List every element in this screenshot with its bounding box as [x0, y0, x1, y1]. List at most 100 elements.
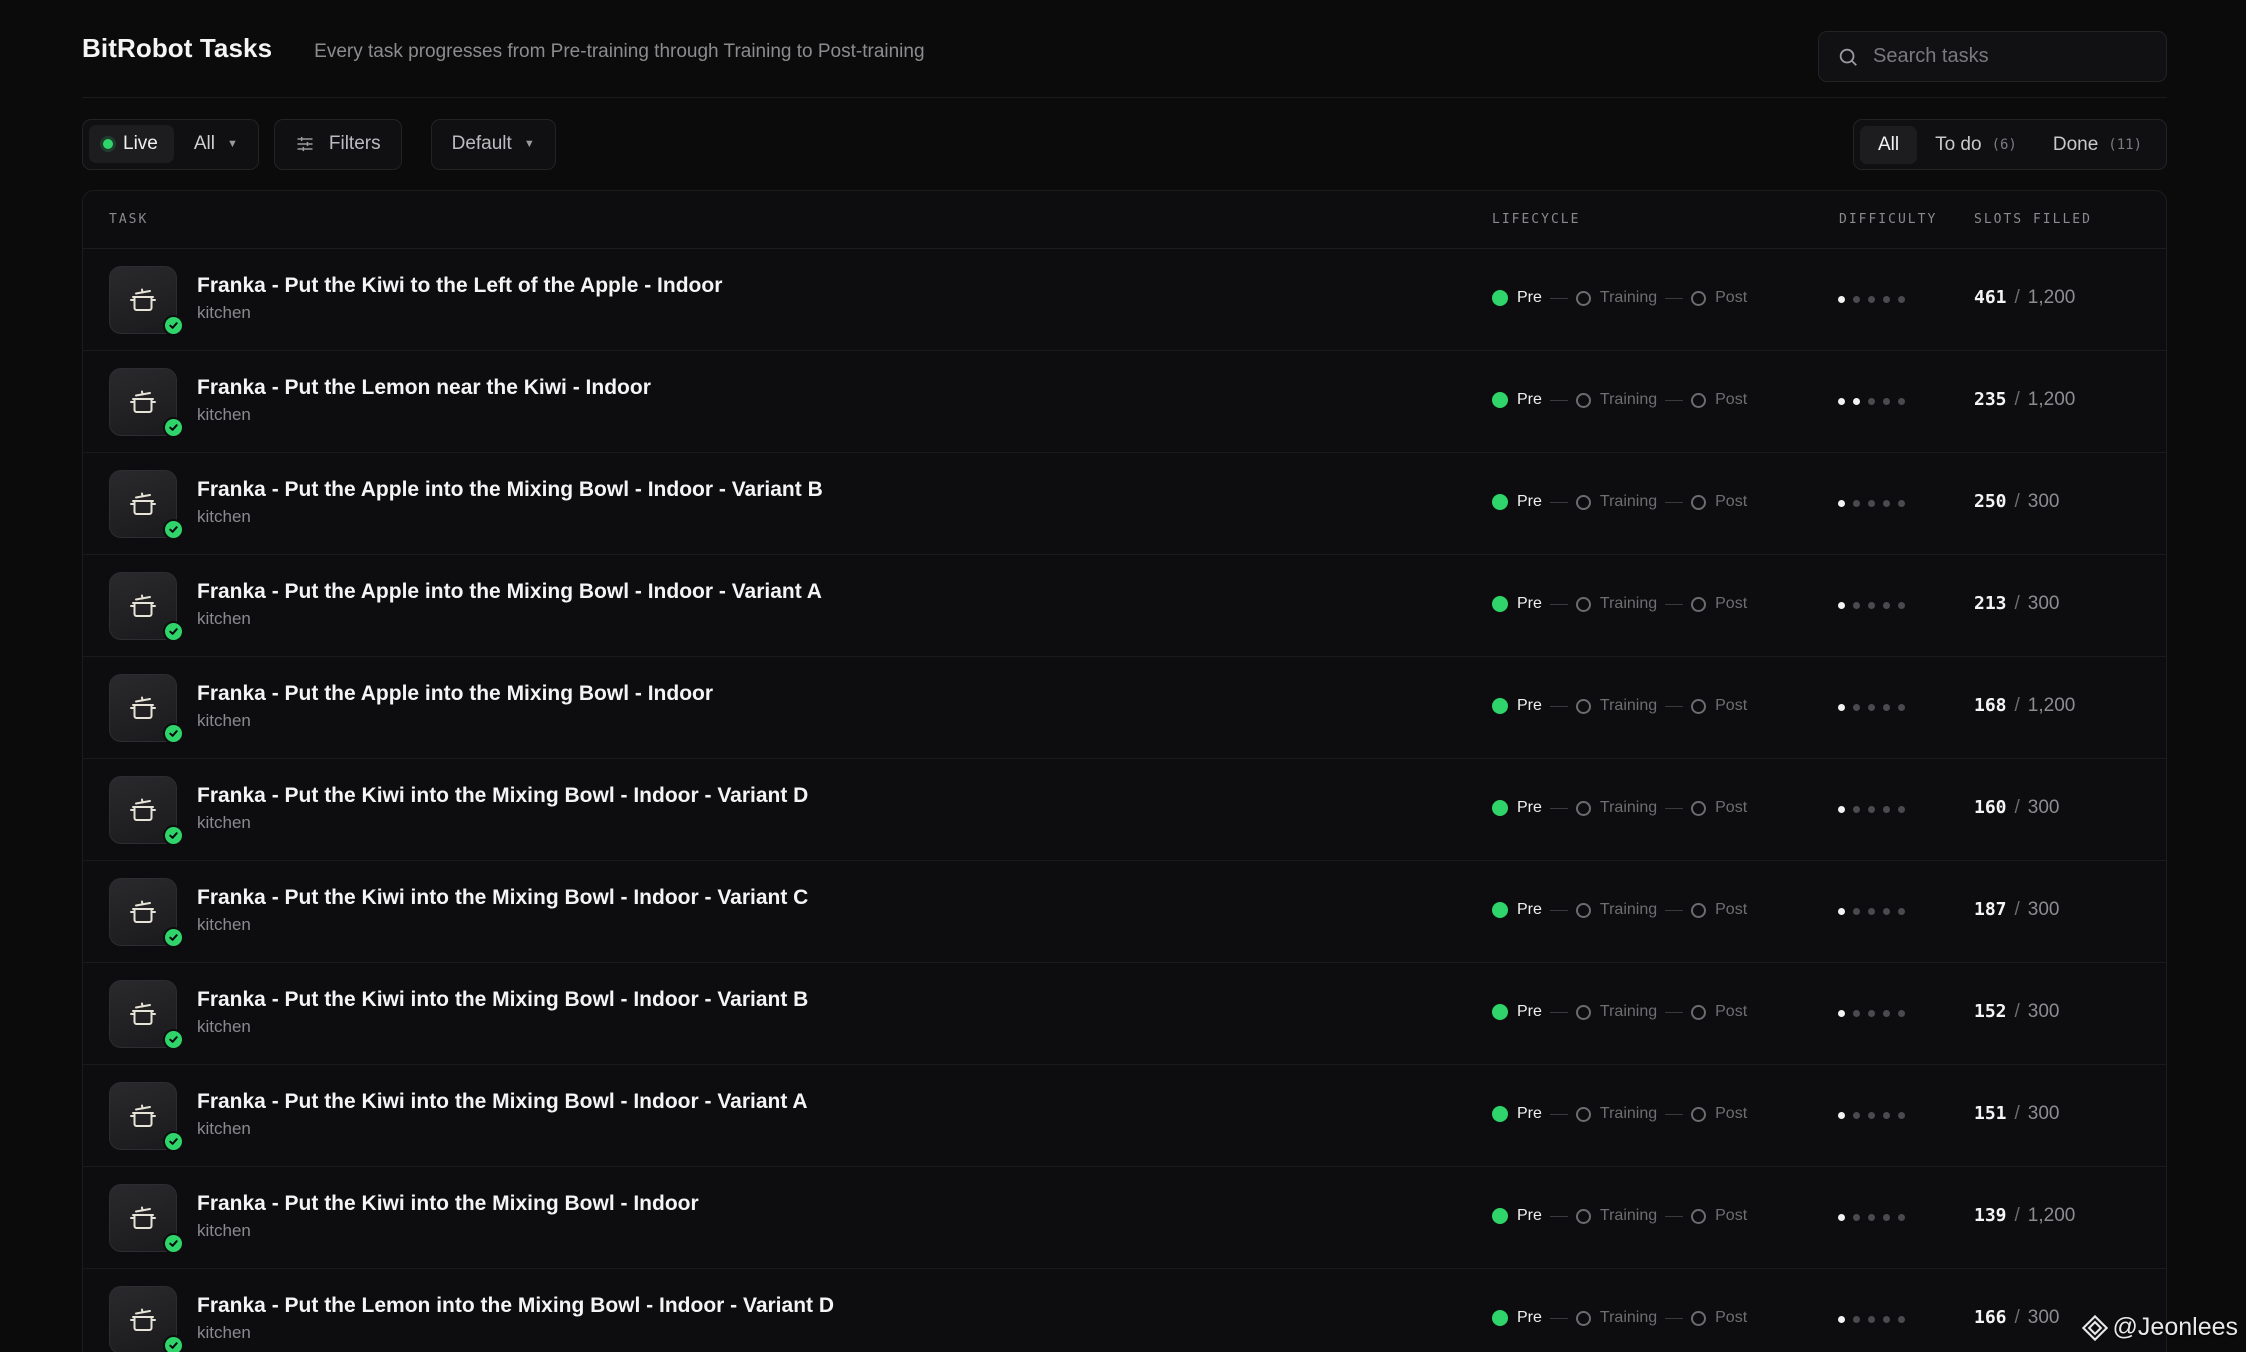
- task-title[interactable]: Franka - Put the Apple into the Mixing B…: [197, 478, 823, 502]
- check-circle-icon: [163, 723, 184, 744]
- check-circle-icon: [163, 825, 184, 846]
- stage-training-ring: [1575, 1004, 1591, 1020]
- task-category: kitchen: [197, 303, 251, 322]
- lifecycle-stepper: Pre Training Post: [1492, 1105, 1747, 1123]
- stage-post-ring: [1691, 494, 1707, 510]
- task-title[interactable]: Franka - Put the Kiwi into the Mixing Bo…: [197, 886, 808, 910]
- lifecycle-stepper: Pre Training Post: [1492, 799, 1747, 817]
- table-row[interactable]: Franka - Put the Kiwi into the Mixing Bo…: [83, 1167, 2166, 1269]
- slots-filled-count: 235: [1974, 389, 2007, 410]
- stage-training-label: Training: [1599, 1105, 1658, 1122]
- task-title[interactable]: Franka - Put the Lemon into the Mixing B…: [197, 1294, 834, 1318]
- stage-pre-label: Pre: [1517, 289, 1542, 306]
- task-title[interactable]: Franka - Put the Apple into the Mixing B…: [197, 682, 713, 706]
- stage-training-ring: [1575, 800, 1591, 816]
- stage-connector: [1665, 501, 1684, 503]
- stage-connector: [1549, 603, 1568, 605]
- difficulty-pip: [1883, 1010, 1890, 1017]
- difficulty-rating: [1838, 704, 1913, 711]
- slots-filled-count: 139: [1974, 1205, 2007, 1226]
- chevron-down-icon: ▼: [226, 138, 238, 150]
- slots-filled: 235 / 1,200: [1974, 389, 2075, 411]
- task-title[interactable]: Franka - Put the Kiwi into the Mixing Bo…: [197, 1192, 699, 1216]
- lifecycle-stepper: Pre Training Post: [1492, 595, 1747, 613]
- stage-connector: [1549, 1215, 1568, 1217]
- table-row[interactable]: Franka - Put the Kiwi to the Left of the…: [83, 249, 2166, 351]
- sort-dropdown[interactable]: Default ▼: [430, 118, 556, 170]
- task-title[interactable]: Franka - Put the Kiwi into the Mixing Bo…: [197, 784, 808, 808]
- table-row[interactable]: Franka - Put the Kiwi into the Mixing Bo…: [83, 861, 2166, 963]
- column-slots-filled[interactable]: SLOTS FILLED: [1974, 212, 2092, 227]
- scope-dropdown[interactable]: All ▼: [174, 133, 252, 155]
- stage-pre-dot: [1492, 1310, 1508, 1326]
- stage-pre-label: Pre: [1517, 901, 1542, 918]
- column-lifecycle[interactable]: LIFECYCLE: [1492, 212, 1580, 227]
- table-row[interactable]: Franka - Put the Lemon into the Mixing B…: [83, 1269, 2166, 1352]
- column-task[interactable]: TASK: [109, 212, 148, 227]
- tab-done[interactable]: Done (11): [2035, 126, 2160, 164]
- tab-to-do-label: To do: [1935, 133, 1982, 155]
- stage-connector: [1665, 399, 1684, 401]
- difficulty-pip: [1883, 1316, 1890, 1323]
- slots-filled: 151 / 300: [1974, 1103, 2060, 1125]
- slots-separator: /: [2014, 593, 2020, 614]
- difficulty-pip: [1868, 908, 1875, 915]
- difficulty-pip-filled: [1838, 602, 1845, 609]
- slots-separator: /: [2014, 491, 2020, 512]
- tab-all[interactable]: All: [1859, 125, 1918, 164]
- stage-post-label: Post: [1715, 697, 1748, 714]
- stage-training-ring: [1575, 698, 1591, 714]
- tab-done-label: Done: [2052, 133, 2099, 155]
- stage-pre-dot: [1492, 494, 1508, 510]
- tab-to-do[interactable]: To do (6): [1917, 126, 2035, 164]
- stage-training-ring: [1575, 392, 1591, 408]
- stage-connector: [1549, 909, 1568, 911]
- slots-separator: /: [2014, 287, 2020, 308]
- filters-button[interactable]: Filters: [273, 118, 402, 170]
- table-row[interactable]: Franka - Put the Apple into the Mixing B…: [83, 555, 2166, 657]
- check-circle-icon: [163, 1335, 184, 1352]
- difficulty-pip-filled: [1853, 398, 1860, 405]
- difficulty-pip: [1898, 398, 1905, 405]
- slots-filled: 461 / 1,200: [1974, 287, 2075, 309]
- stage-pre-dot: [1492, 392, 1508, 408]
- table-row[interactable]: Franka - Put the Apple into the Mixing B…: [83, 453, 2166, 555]
- live-toggle[interactable]: Live: [89, 125, 174, 163]
- tab-to-do-count: (6): [1991, 136, 2017, 153]
- stage-post-ring: [1691, 902, 1707, 918]
- slots-filled-count: 152: [1974, 1001, 2007, 1022]
- stage-post-label: Post: [1715, 1003, 1748, 1020]
- scope-label: All: [193, 133, 215, 154]
- column-difficulty[interactable]: DIFFICULTY: [1839, 212, 1937, 227]
- table-row[interactable]: Franka - Put the Kiwi into the Mixing Bo…: [83, 963, 2166, 1065]
- search-input[interactable]: [1873, 45, 2153, 68]
- task-category: kitchen: [197, 1221, 251, 1240]
- stage-pre-dot: [1492, 1208, 1508, 1224]
- difficulty-rating: [1838, 500, 1913, 507]
- difficulty-pip: [1853, 1214, 1860, 1221]
- task-title[interactable]: Franka - Put the Kiwi to the Left of the…: [197, 274, 722, 298]
- stage-connector: [1665, 1317, 1684, 1319]
- stage-training-label: Training: [1599, 1309, 1658, 1326]
- stage-training-label: Training: [1599, 595, 1658, 612]
- slots-filled-count: 166: [1974, 1307, 2007, 1328]
- table-row[interactable]: Franka - Put the Kiwi into the Mixing Bo…: [83, 1065, 2166, 1167]
- table-row[interactable]: Franka - Put the Lemon near the Kiwi - I…: [83, 351, 2166, 453]
- stage-connector: [1549, 1113, 1568, 1115]
- difficulty-pip: [1898, 296, 1905, 303]
- slots-separator: /: [2014, 389, 2020, 410]
- stage-post-label: Post: [1715, 1105, 1748, 1122]
- search-box[interactable]: [1818, 31, 2167, 82]
- task-title[interactable]: Franka - Put the Kiwi into the Mixing Bo…: [197, 988, 808, 1012]
- difficulty-rating: [1838, 1214, 1913, 1221]
- stage-connector: [1665, 1011, 1684, 1013]
- slots-separator: /: [2014, 695, 2020, 716]
- task-title[interactable]: Franka - Put the Apple into the Mixing B…: [197, 580, 822, 604]
- table-row[interactable]: Franka - Put the Apple into the Mixing B…: [83, 657, 2166, 759]
- table-row[interactable]: Franka - Put the Kiwi into the Mixing Bo…: [83, 759, 2166, 861]
- difficulty-pip-filled: [1838, 500, 1845, 507]
- stage-pre-label: Pre: [1517, 493, 1542, 510]
- task-title[interactable]: Franka - Put the Kiwi into the Mixing Bo…: [197, 1090, 808, 1114]
- task-title[interactable]: Franka - Put the Lemon near the Kiwi - I…: [197, 376, 651, 400]
- page-title: BitRobot Tasks: [82, 33, 273, 63]
